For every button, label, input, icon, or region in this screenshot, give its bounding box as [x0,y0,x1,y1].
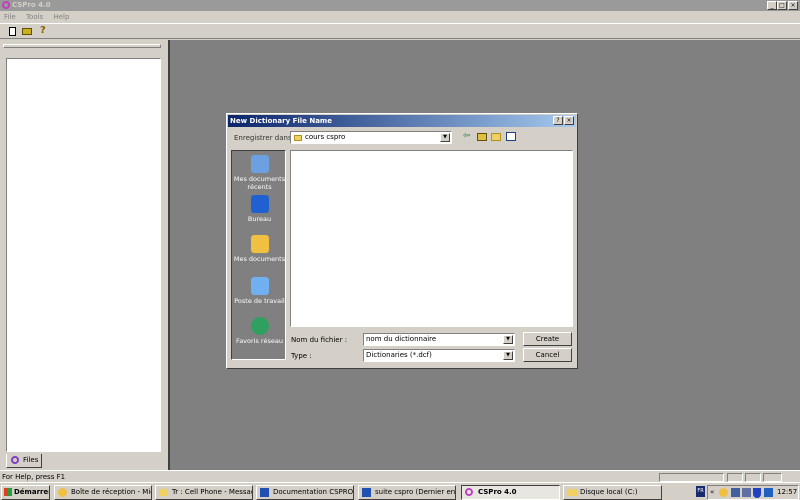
menu-file[interactable]: File [4,13,16,21]
desktop-icon [250,195,269,213]
taskbar-item-message[interactable]: Tr : Cell Phone - Messag... [155,485,253,500]
status-text: For Help, press F1 [2,473,66,481]
clock[interactable]: 12:57 [777,488,797,496]
network-disconnected-icon[interactable] [742,488,751,497]
folder-icon [294,135,302,141]
start-button[interactable]: Démarrer [1,485,50,500]
chevron-down-icon: ▼ [503,335,513,344]
dialog-help-button[interactable]: ? [553,116,563,125]
status-pane [659,473,724,482]
taskbar: Démarrer Boîte de réception - Micr... Tr… [0,482,800,500]
look-in-label: Enregistrer dans : [234,134,297,142]
app-title: CSPro 4.0 [12,1,51,9]
status-pane [763,473,782,482]
network-icon [250,317,269,335]
chevron-down-icon: ▼ [503,351,513,360]
status-bar: For Help, press F1 [0,470,800,482]
menu-tools[interactable]: Tools [26,13,43,21]
taskbar-item-cspro[interactable]: CSPro 4.0 [461,485,560,500]
app-title-bar: CSPro 4.0 [0,0,800,11]
file-list[interactable] [290,150,573,327]
panel-grip[interactable] [3,44,161,48]
antivirus-shield-icon[interactable] [753,488,761,498]
language-indicator[interactable]: FR [696,486,705,497]
look-in-select[interactable]: cours cspro ▼ [290,131,452,144]
back-icon[interactable]: ⇦ [463,131,471,141]
new-folder-icon[interactable] [491,133,501,141]
chevron-down-icon: ▼ [440,133,450,142]
cspro-logo-icon [2,1,10,9]
tab-files[interactable]: Files [6,454,42,468]
up-folder-icon[interactable] [477,133,487,141]
filename-label: Nom du fichier : [291,336,348,344]
file-type-select[interactable]: Dictionaries (*.dcf) ▼ [363,349,515,362]
place-network[interactable]: Favoris réseau [232,317,287,345]
open-folder-icon[interactable] [22,28,32,35]
outlook-tray-icon[interactable] [719,488,728,497]
status-pane [727,473,743,482]
envelope-icon [159,489,168,496]
place-desktop[interactable]: Bureau [232,195,287,223]
cspro-icon [11,456,19,464]
system-tray: « 12:57 [707,485,799,500]
outlook-icon [58,488,67,497]
new-file-icon[interactable] [9,27,16,36]
taskbar-item-local-disk[interactable]: Disque local (C:) [563,485,662,500]
place-my-documents[interactable]: Mes documents [232,235,287,263]
tab-files-label: Files [23,456,39,464]
filename-input[interactable]: nom du dictionnaire ▼ [363,333,515,346]
network-tray-icon[interactable] [731,488,740,497]
toolbar: ? [0,23,800,39]
recent-documents-icon [250,155,269,173]
cspro-icon [465,488,473,496]
place-recent[interactable]: Mes documents récents [232,155,287,191]
word-icon [362,488,371,497]
look-in-value: cours cspro [305,133,346,141]
places-bar: Mes documents récents Bureau Mes documen… [231,150,286,360]
dialog-title: New Dictionary File Name [228,115,576,127]
my-computer-icon [250,277,269,295]
filename-value: nom du dictionnaire [366,335,437,343]
create-button[interactable]: Create [523,332,572,346]
cancel-button[interactable]: Cancel [523,348,572,362]
taskbar-item-suite-cspro[interactable]: suite cspro (Dernier enre... [358,485,456,500]
my-documents-icon [250,235,269,253]
maximize-button[interactable]: □ [777,1,787,10]
windows-logo-icon [4,488,12,496]
taskbar-item-outlook[interactable]: Boîte de réception - Micr... [54,485,152,500]
menu-bar: File Tools Help [0,11,800,23]
place-my-computer[interactable]: Poste de travail [232,277,287,305]
file-type-value: Dictionaries (*.dcf) [366,351,432,359]
minimize-button[interactable]: _ [767,1,777,10]
view-menu-icon[interactable] [506,132,516,141]
dialog-close-button[interactable]: × [564,116,574,125]
help-icon[interactable]: ? [40,25,46,36]
folder-icon [567,489,577,496]
new-dictionary-dialog: New Dictionary File Name ? × Enregistrer… [226,113,578,369]
taskbar-item-documentation[interactable]: Documentation CSPRO v... [256,485,354,500]
menu-help[interactable]: Help [53,13,69,21]
file-tree[interactable] [6,58,161,452]
monitor-tray-icon[interactable] [764,488,773,497]
tray-expand-icon[interactable]: « [710,488,714,496]
close-button[interactable]: × [788,1,798,10]
word-icon [260,488,269,497]
status-pane [745,473,761,482]
type-label: Type : [291,352,312,360]
